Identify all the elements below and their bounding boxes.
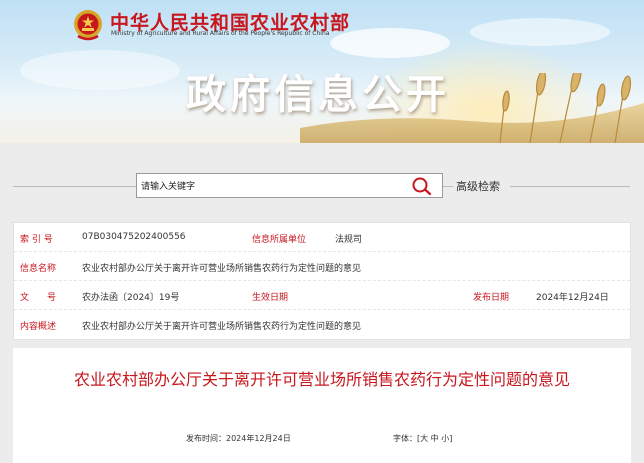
search-input[interactable] xyxy=(137,175,397,199)
info-row: 索 引 号 07B030475202400556 信息所属单位 法规司 xyxy=(14,223,630,252)
divider xyxy=(510,186,630,187)
index-label: 索 引 号 xyxy=(20,235,53,245)
font-size-control: 字体：[大 中 小] xyxy=(393,434,453,443)
ministry-name-en: Ministry of Agriculture and Rural Affair… xyxy=(111,30,330,37)
publish-date-value: 2024年12月24日 xyxy=(536,293,609,303)
publish-date-label: 发布日期 xyxy=(473,293,510,303)
search-icon xyxy=(412,177,432,196)
cloud xyxy=(470,18,610,46)
document-info-table: 索 引 号 07B030475202400556 信息所属单位 法规司 信息名称… xyxy=(13,222,631,340)
font-size-medium[interactable]: 中 xyxy=(431,434,439,443)
org-label: 信息所属单位 xyxy=(252,235,307,245)
doc-number-value: 农办法函〔2024〕19号 xyxy=(82,293,180,303)
doc-number-label: 文 号 xyxy=(20,293,57,303)
banner-title: 政府信息公开 xyxy=(186,72,450,118)
name-value: 农业农村部办公厅关于离开许可营业场所销售农药行为定性问题的意见 xyxy=(82,264,362,274)
index-value: 07B030475202400556 xyxy=(82,232,186,242)
cloud xyxy=(20,50,180,90)
name-label: 信息名称 xyxy=(20,264,57,274)
search-button[interactable] xyxy=(410,176,432,196)
info-row: 信息名称 农业农村部办公厅关于离开许可营业场所销售农药行为定性问题的意见 xyxy=(14,252,630,281)
divider xyxy=(13,186,136,187)
article-panel: 农业农村部办公厅关于离开许可营业场所销售农药行为定性问题的意见 发布时间：202… xyxy=(13,348,631,463)
info-row: 内容概述 农业农村部办公厅关于离开许可营业场所销售农药行为定性问题的意见 xyxy=(14,310,630,339)
font-size-label: 字体： xyxy=(393,434,417,443)
info-row: 文 号 农办法函〔2024〕19号 生效日期 发布日期 2024年12月24日 xyxy=(14,281,630,310)
org-value: 法规司 xyxy=(335,235,363,245)
font-size-large[interactable]: 大 xyxy=(420,434,428,443)
advanced-search-link[interactable]: 高级检索 xyxy=(456,178,500,194)
effective-date-label: 生效日期 xyxy=(252,293,289,303)
summary-label: 内容概述 xyxy=(20,322,57,332)
publish-time: 发布时间：2024年12月24日 xyxy=(186,434,291,443)
header-banner: 中华人民共和国农业农村部 Ministry of Agriculture and… xyxy=(0,0,644,143)
national-emblem-icon xyxy=(72,8,104,42)
font-size-small[interactable]: 小 xyxy=(441,434,449,443)
article-title: 农业农村部办公厅关于离开许可营业场所销售农药行为定性问题的意见 xyxy=(73,370,570,389)
search-box xyxy=(136,173,443,199)
summary-value: 农业农村部办公厅关于离开许可营业场所销售农药行为定性问题的意见 xyxy=(82,322,362,332)
divider xyxy=(443,186,453,187)
